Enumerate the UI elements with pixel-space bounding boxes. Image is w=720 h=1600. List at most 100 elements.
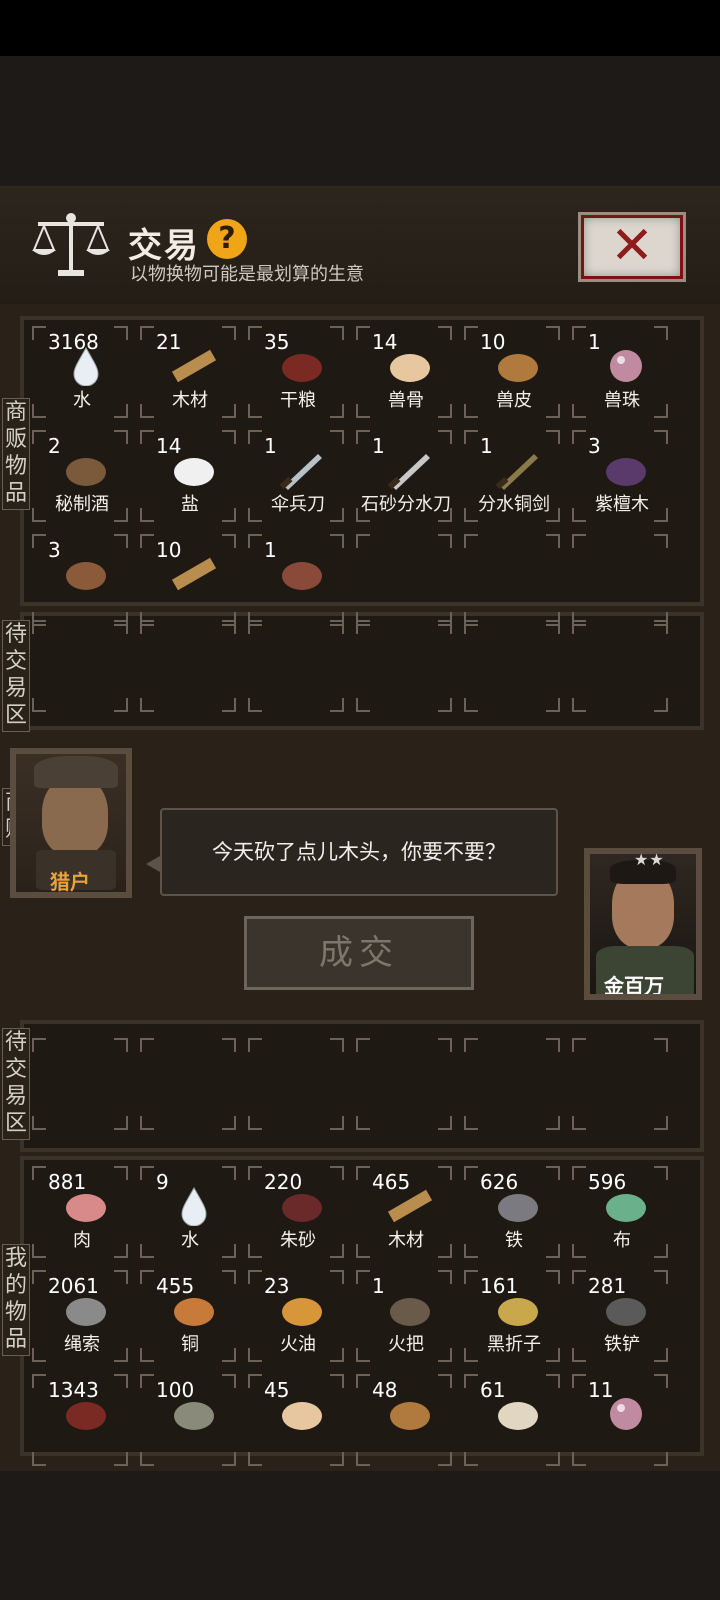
item-label: 兽珠 [604, 390, 640, 411]
pending-merchant-slot[interactable] [242, 614, 350, 718]
rosewood-icon [602, 450, 650, 490]
item-label: 水 [73, 390, 91, 411]
my_items-slot[interactable]: 220 朱砂 [242, 1160, 350, 1264]
item-count: 1 [588, 330, 601, 354]
my_items-slot[interactable]: 23 火油 [242, 1264, 350, 1368]
deal-button[interactable]: 成交 [244, 916, 474, 990]
merchant_items-slot[interactable]: 3 紫檀木 [566, 424, 674, 528]
item-count: 10 [156, 538, 182, 562]
slot-frame [572, 620, 668, 712]
pending-player-slot[interactable] [458, 1032, 566, 1136]
my_items-slot[interactable]: 9水 [134, 1160, 242, 1264]
my_items-slot[interactable]: 881 肉 [26, 1160, 134, 1264]
item-count: 1 [372, 1274, 385, 1298]
item-count: 1 [264, 538, 277, 562]
merchant_items-slot[interactable]: 3168 水 [26, 320, 134, 424]
item-count: 1 [264, 434, 277, 458]
item-count: 10 [480, 330, 506, 354]
pending-merchant-slot[interactable] [566, 614, 674, 718]
status-bar [0, 0, 720, 56]
my_items-slot[interactable]: 1 火把 [350, 1264, 458, 1368]
my_items-slot[interactable]: 626 铁 [458, 1160, 566, 1264]
my_items-slot[interactable]: 2061 绳索 [26, 1264, 134, 1368]
merchant_items-slot[interactable]: 14 盐 [134, 424, 242, 528]
merchant-speech-bubble: 今天砍了点儿木头，你要不要？ [160, 808, 558, 896]
merchant_items-slot[interactable]: 2 秘制酒 [26, 424, 134, 528]
pending-merchant-slot[interactable] [350, 614, 458, 718]
pending-player-slot[interactable] [350, 1032, 458, 1136]
slot-frame [248, 1038, 344, 1130]
slot-frame [356, 534, 452, 626]
my_items-slot[interactable]: 1343 [26, 1368, 134, 1472]
my_items-slot[interactable]: 45 [242, 1368, 350, 1472]
merchant_items-slot[interactable]: 35 干粮 [242, 320, 350, 424]
item-label: 火油 [280, 1334, 316, 1355]
slot-frame [572, 534, 668, 626]
pending-player-slot[interactable] [566, 1032, 674, 1136]
merchant_items-slot[interactable]: 14 兽骨 [350, 320, 458, 424]
my_items-slot[interactable]: 11 [566, 1368, 674, 1472]
pending-player-slot[interactable] [134, 1032, 242, 1136]
merchant_items-slot[interactable]: 1 兽珠 [566, 320, 674, 424]
item-count: 21 [156, 330, 182, 354]
merchant_items-slot[interactable]: 21 木材 [134, 320, 242, 424]
item-count: 455 [156, 1274, 195, 1298]
help-icon[interactable]: ? [207, 219, 247, 259]
pending-merchant-slot[interactable] [134, 614, 242, 718]
merchant_items-slot[interactable]: 1 分水铜剑 [458, 424, 566, 528]
my_items-slot[interactable]: 61 [458, 1368, 566, 1472]
my_items-slot[interactable]: 596 布 [566, 1160, 674, 1264]
scale-icon [32, 213, 110, 276]
close-button[interactable]: ✕ [578, 212, 686, 282]
pending-merchant-slot[interactable] [26, 614, 134, 718]
wine-jar-icon [62, 450, 110, 490]
item-label: 盐 [181, 494, 199, 515]
branch-icon [62, 554, 110, 594]
arrows-icon [278, 554, 326, 594]
pending-merchant-slot[interactable] [458, 614, 566, 718]
slot-frame [248, 620, 344, 712]
pending-player-slot[interactable] [242, 1032, 350, 1136]
item-count: 161 [480, 1274, 519, 1298]
item-count: 281 [588, 1274, 627, 1298]
item-label: 铁铲 [604, 1334, 640, 1355]
item-count: 1 [480, 434, 493, 458]
close-icon: ✕ [610, 216, 654, 276]
item-label: 分水铜剑 [478, 494, 550, 515]
my_items-slot[interactable]: 455 铜 [134, 1264, 242, 1368]
slot-frame [32, 1038, 128, 1130]
item-count: 220 [264, 1170, 303, 1194]
item-label: 兽皮 [496, 390, 532, 411]
item-count: 1 [372, 434, 385, 458]
item-count: 1343 [48, 1378, 99, 1402]
my_items-slot[interactable]: 161 黑折子 [458, 1264, 566, 1368]
item-label: 木材 [172, 390, 208, 411]
water-drop-icon [170, 1186, 218, 1227]
item-count: 626 [480, 1170, 519, 1194]
my_items-slot[interactable]: 48 [350, 1368, 458, 1472]
my_items-slot[interactable]: 281 铁铲 [566, 1264, 674, 1368]
bottom-area [0, 1471, 720, 1600]
item-count: 14 [372, 330, 398, 354]
player-portrait: 金百万 [584, 848, 702, 1000]
my_items-slot[interactable]: 465 木材 [350, 1160, 458, 1264]
slot-frame [464, 534, 560, 626]
item-count: 465 [372, 1170, 411, 1194]
item-label: 干粮 [280, 390, 316, 411]
merchant_items-slot[interactable]: 1 伞兵刀 [242, 424, 350, 528]
item-count: 596 [588, 1170, 627, 1194]
pending-player-slot[interactable] [26, 1032, 134, 1136]
item-count: 23 [264, 1274, 290, 1298]
merchant_items-slot[interactable]: 1 石砂分水刀 [350, 424, 458, 528]
my_items-slot[interactable]: 100 [134, 1368, 242, 1472]
item-label: 秘制酒 [55, 494, 109, 515]
item-label: 火把 [388, 1334, 424, 1355]
item-count: 11 [588, 1378, 614, 1402]
item-label: 紫檀木 [595, 494, 649, 515]
merchant_items-slot[interactable]: 10 兽皮 [458, 320, 566, 424]
item-label: 木材 [388, 1230, 424, 1251]
slot-frame [464, 620, 560, 712]
item-label: 黑折子 [487, 1334, 541, 1355]
slot-frame [140, 620, 236, 712]
item-count: 61 [480, 1378, 506, 1402]
